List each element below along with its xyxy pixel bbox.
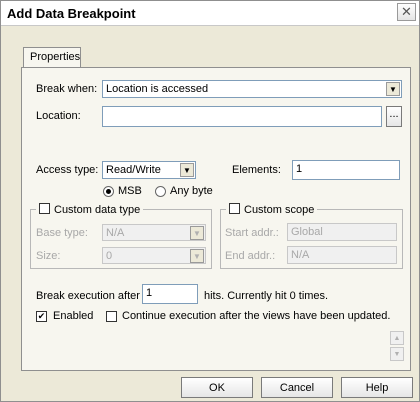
chevron-down-icon: ▼ bbox=[180, 163, 194, 177]
start-addr-input[interactable]: Global bbox=[287, 223, 397, 241]
custom-scope-label: Custom scope bbox=[244, 204, 315, 216]
base-type-select[interactable]: N/A ▼ bbox=[102, 224, 206, 241]
start-addr-value: Global bbox=[291, 226, 323, 238]
close-icon: ✕ bbox=[401, 4, 412, 19]
access-type-select[interactable]: Read/Write ▼ bbox=[102, 161, 196, 179]
any-byte-radio[interactable] bbox=[155, 186, 166, 197]
custom-scope-legend: Custom scope bbox=[226, 202, 318, 216]
break-when-value: Location is accessed bbox=[106, 83, 209, 95]
end-addr-input[interactable]: N/A bbox=[287, 246, 397, 264]
scroll-down-button[interactable]: ▼ bbox=[390, 347, 404, 361]
help-button[interactable]: Help bbox=[341, 377, 413, 398]
custom-data-type-legend: Custom data type bbox=[36, 202, 144, 216]
custom-scope-checkbox[interactable] bbox=[229, 203, 240, 214]
chevron-down-icon: ▼ bbox=[386, 82, 400, 96]
size-select[interactable]: 0 ▼ bbox=[102, 247, 206, 264]
location-browse-button[interactable]: ... bbox=[386, 106, 402, 127]
chevron-down-icon: ▼ bbox=[393, 350, 401, 358]
browse-button-label: ... bbox=[389, 107, 399, 120]
break-when-select[interactable]: Location is accessed ▼ bbox=[102, 80, 402, 98]
scroll-up-button[interactable]: ▲ bbox=[390, 331, 404, 345]
base-type-value: N/A bbox=[106, 227, 125, 239]
access-type-label: Access type: bbox=[36, 164, 99, 176]
help-button-label: Help bbox=[365, 381, 389, 394]
tab-properties-label: Properties bbox=[30, 51, 81, 63]
break-after-value: 1 bbox=[146, 287, 153, 299]
msb-label: MSB bbox=[118, 185, 142, 197]
continue-execution-label: Continue execution after the views have … bbox=[122, 310, 391, 322]
title-bar: Add Data Breakpoint ✕ bbox=[1, 1, 419, 26]
cancel-button-label: Cancel bbox=[279, 381, 315, 394]
ok-button[interactable]: OK bbox=[181, 377, 253, 398]
break-when-label: Break when: bbox=[36, 83, 98, 95]
elements-value: 1 bbox=[296, 163, 303, 175]
base-type-label: Base type: bbox=[36, 227, 88, 239]
add-data-breakpoint-dialog: Add Data Breakpoint ✕ Properties Break w… bbox=[0, 0, 420, 402]
custom-data-type-label: Custom data type bbox=[54, 204, 141, 216]
chevron-down-icon: ▼ bbox=[190, 226, 204, 240]
msb-radio[interactable] bbox=[103, 186, 114, 197]
size-value: 0 bbox=[106, 250, 113, 262]
break-after-input[interactable]: 1 bbox=[142, 284, 198, 304]
access-type-value: Read/Write bbox=[106, 164, 161, 176]
size-label: Size: bbox=[36, 250, 61, 262]
close-button[interactable]: ✕ bbox=[397, 3, 416, 21]
enabled-checkbox[interactable]: ✔ bbox=[36, 311, 47, 322]
break-after-label: Break execution after bbox=[36, 290, 140, 302]
elements-input[interactable]: 1 bbox=[292, 160, 400, 180]
chevron-down-icon: ▼ bbox=[190, 249, 204, 263]
elements-label: Elements: bbox=[232, 164, 281, 176]
location-input[interactable] bbox=[102, 106, 382, 127]
tab-properties[interactable]: Properties bbox=[23, 47, 81, 67]
continue-execution-checkbox[interactable] bbox=[106, 311, 117, 322]
hit-count-text: hits. Currently hit 0 times. bbox=[204, 290, 329, 302]
dialog-title: Add Data Breakpoint bbox=[7, 6, 136, 21]
end-addr-label: End addr.: bbox=[225, 250, 276, 262]
properties-panel: Break when: Location is accessed ▼ Locat… bbox=[21, 67, 411, 371]
end-addr-value: N/A bbox=[291, 249, 310, 261]
cancel-button[interactable]: Cancel bbox=[261, 377, 333, 398]
any-byte-label: Any byte bbox=[170, 185, 213, 197]
chevron-up-icon: ▲ bbox=[393, 334, 401, 342]
start-addr-label: Start addr.: bbox=[225, 227, 279, 239]
ok-button-label: OK bbox=[209, 381, 225, 394]
enabled-label: Enabled bbox=[53, 310, 94, 322]
location-label: Location: bbox=[36, 110, 81, 122]
custom-data-type-checkbox[interactable] bbox=[39, 203, 50, 214]
